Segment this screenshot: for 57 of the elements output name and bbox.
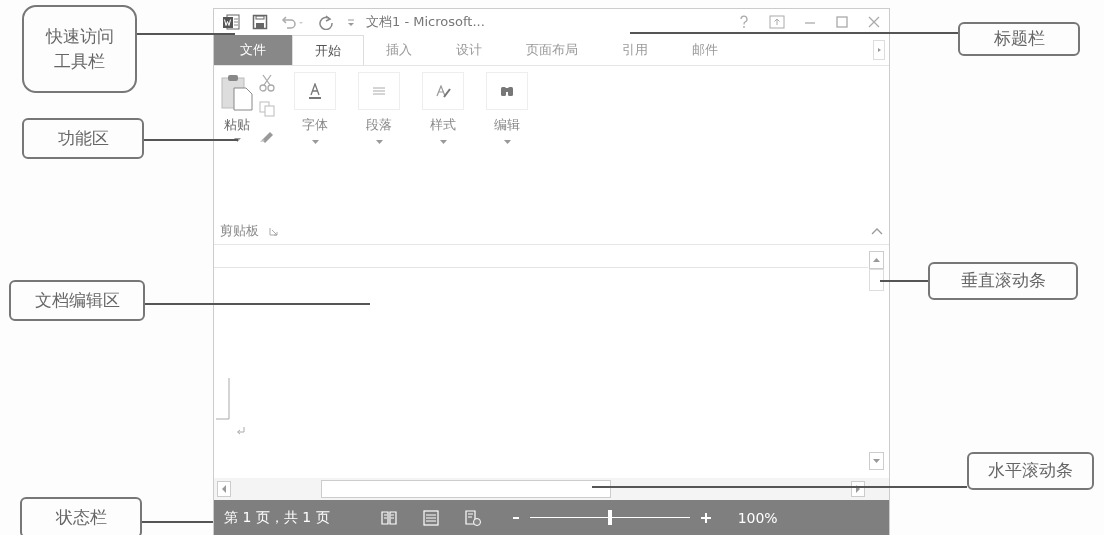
callout-label: 垂直滚动条 bbox=[928, 262, 1078, 300]
paste-button[interactable]: 粘贴 bbox=[220, 72, 254, 144]
collapse-ribbon-icon[interactable] bbox=[871, 227, 883, 235]
lines-icon bbox=[372, 87, 386, 95]
copy-icon[interactable] bbox=[258, 100, 276, 118]
ribbon-tab[interactable]: 引用 bbox=[600, 35, 670, 65]
caret-icon bbox=[311, 140, 319, 145]
save-icon[interactable] bbox=[252, 14, 268, 30]
callout-label: 文档编辑区 bbox=[9, 280, 145, 321]
ribbon-display-icon[interactable] bbox=[769, 15, 785, 29]
page-count[interactable]: 第 1 页，共 1 页 bbox=[224, 508, 330, 527]
paragraph-button[interactable]: 段落 bbox=[354, 72, 404, 145]
margin-corner-icon bbox=[216, 378, 230, 420]
maximize-icon[interactable] bbox=[835, 15, 849, 29]
close-icon[interactable] bbox=[867, 15, 881, 29]
window-title: 文档1 - Microsoft... bbox=[366, 13, 485, 31]
horizontal-scrollbar[interactable] bbox=[214, 478, 889, 500]
callout-label: 标题栏 bbox=[958, 22, 1080, 56]
paragraph-mark-icon bbox=[236, 426, 246, 436]
ribbon-tab[interactable]: 插入 bbox=[364, 35, 434, 65]
scroll-left-icon[interactable] bbox=[217, 481, 231, 497]
callout-label: 功能区 bbox=[22, 118, 144, 159]
leader-line bbox=[879, 280, 929, 282]
font-button[interactable]: 字体 bbox=[290, 72, 340, 145]
ribbon-tab[interactable]: 邮件 bbox=[670, 35, 740, 65]
caret-icon bbox=[439, 140, 447, 145]
scroll-down-icon[interactable] bbox=[869, 452, 884, 470]
callout-label: 快速访问工具栏 bbox=[22, 5, 137, 93]
caret-icon bbox=[233, 138, 241, 143]
scissors-icon[interactable] bbox=[258, 74, 276, 92]
caret-icon bbox=[503, 140, 511, 145]
ribbon-tab[interactable]: 页面布局 bbox=[504, 35, 600, 65]
read-mode-icon[interactable] bbox=[379, 509, 398, 526]
dialog-launcher-icon[interactable] bbox=[269, 226, 278, 236]
print-layout-icon[interactable] bbox=[421, 509, 440, 526]
ribbon-tab[interactable]: 开始 bbox=[292, 35, 364, 65]
zoom-in-icon[interactable] bbox=[699, 511, 712, 524]
caret-icon bbox=[375, 140, 383, 145]
scrollbar-thumb[interactable] bbox=[869, 269, 884, 291]
letter-a-brush-icon bbox=[435, 84, 451, 98]
callout-label: 状态栏 bbox=[20, 497, 142, 535]
undo-icon[interactable] bbox=[280, 14, 306, 30]
binoculars-icon bbox=[500, 85, 514, 97]
zoom-level[interactable]: 100% bbox=[737, 509, 778, 526]
file-tab[interactable]: 文件 bbox=[214, 35, 292, 65]
word-app-icon[interactable] bbox=[222, 13, 240, 31]
redo-icon[interactable] bbox=[318, 14, 334, 30]
callout-label: 水平滚动条 bbox=[967, 452, 1094, 490]
group-label: 剪贴板 bbox=[220, 222, 259, 240]
ribbon-tab[interactable]: 设计 bbox=[434, 35, 504, 65]
web-layout-icon[interactable] bbox=[463, 509, 482, 526]
help-icon[interactable] bbox=[737, 15, 751, 29]
clipboard-icon bbox=[220, 72, 254, 112]
styles-button[interactable]: 样式 bbox=[418, 72, 468, 145]
scrollbar-thumb[interactable] bbox=[321, 480, 611, 498]
editing-button[interactable]: 编辑 bbox=[482, 72, 532, 145]
letter-a-icon bbox=[309, 83, 321, 99]
